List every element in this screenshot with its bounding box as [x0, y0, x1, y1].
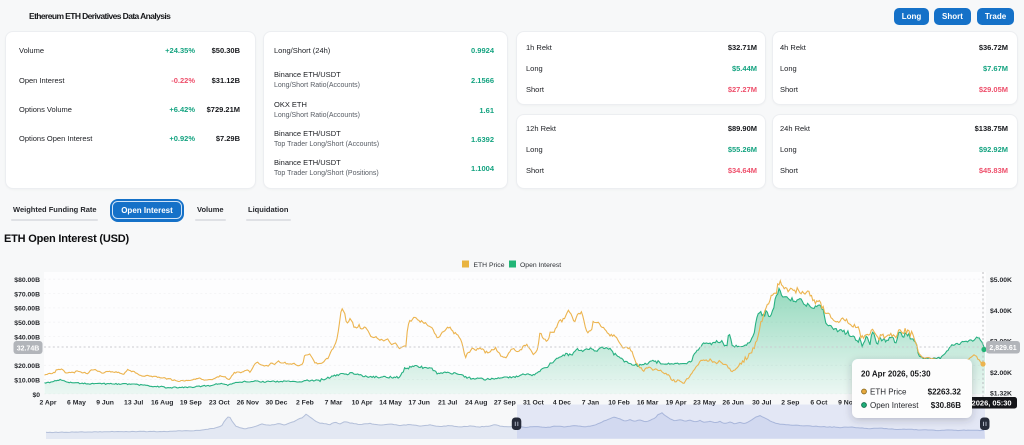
svg-text:Open Interest: Open Interest	[520, 262, 561, 269]
svg-text:26 Nov: 26 Nov	[237, 400, 260, 407]
svg-text:13 Jul: 13 Jul	[124, 400, 143, 407]
svg-text:6 May: 6 May	[67, 400, 86, 407]
svg-text:$40.00B: $40.00B	[14, 334, 40, 341]
svg-text:30 Dec: 30 Dec	[265, 400, 287, 407]
svg-text:Open Interest: Open Interest	[870, 401, 919, 410]
svg-text:7 Mar: 7 Mar	[325, 400, 343, 407]
svg-text:32.74B: 32.74B	[17, 346, 40, 353]
svg-text:20 Apr 2026, 05:30: 20 Apr 2026, 05:30	[861, 370, 931, 379]
svg-text:ETH Price: ETH Price	[870, 388, 907, 397]
svg-text:$10.00B: $10.00B	[14, 377, 40, 384]
svg-text:21 Jul: 21 Jul	[438, 400, 457, 407]
svg-text:23 Oct: 23 Oct	[209, 400, 231, 407]
svg-text:9 Jun: 9 Jun	[96, 400, 114, 407]
svg-text:$2263.32: $2263.32	[928, 388, 962, 397]
svg-text:27 Sep: 27 Sep	[494, 400, 516, 407]
svg-text:14 May: 14 May	[379, 400, 402, 407]
svg-text:$4.00K: $4.00K	[990, 308, 1012, 315]
svg-text:2 Apr: 2 Apr	[39, 400, 56, 407]
svg-text:$1.32K: $1.32K	[990, 390, 1012, 397]
svg-text:19 Sep: 19 Sep	[180, 400, 202, 407]
svg-text:$20.00B: $20.00B	[14, 363, 40, 370]
svg-text:2,829.61: 2,829.61	[989, 345, 1016, 352]
svg-text:$50.00B: $50.00B	[14, 320, 40, 327]
svg-text:$70.00B: $70.00B	[14, 291, 40, 298]
svg-text:16 Aug: 16 Aug	[151, 400, 173, 407]
svg-text:$80.00B: $80.00B	[14, 277, 40, 284]
svg-text:ETH Price: ETH Price	[474, 262, 505, 269]
svg-text:24 Aug: 24 Aug	[465, 400, 487, 407]
svg-text:$2.00K: $2.00K	[990, 370, 1012, 377]
svg-text:17 Jun: 17 Jun	[408, 400, 430, 407]
svg-text:$60.00B: $60.00B	[14, 306, 40, 313]
svg-text:10 Apr: 10 Apr	[352, 400, 373, 407]
svg-text:$30.86B: $30.86B	[931, 401, 961, 410]
svg-text:$5.00K: $5.00K	[990, 277, 1012, 284]
svg-text:$0: $0	[32, 392, 40, 399]
svg-text:2 Feb: 2 Feb	[296, 400, 314, 407]
